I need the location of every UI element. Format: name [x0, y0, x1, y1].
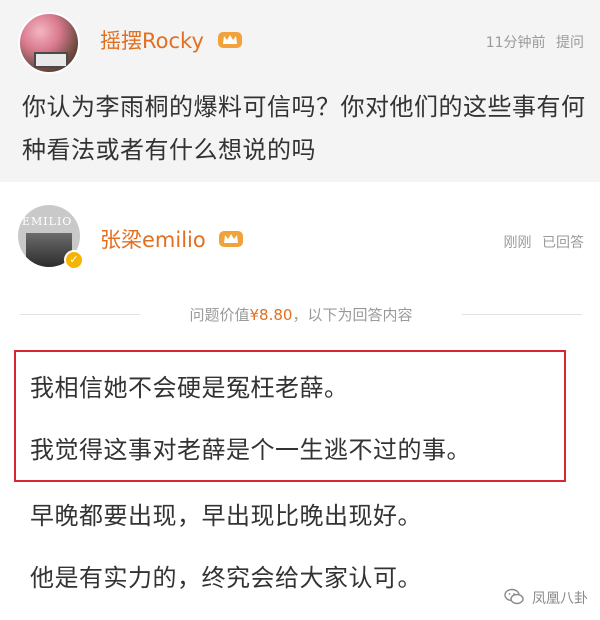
asker-avatar[interactable] [18, 12, 80, 74]
answerer-name[interactable]: 张梁emilio [100, 224, 244, 254]
value-prefix: 问题价值 [189, 306, 250, 324]
value-suffix: ，以下为回答内容 [292, 306, 413, 324]
question-value-text: 问题价值¥8.80，以下为回答内容 [20, 304, 582, 325]
asker-name[interactable]: 摇摆Rocky [100, 25, 243, 55]
answer-time: 刚刚 [503, 235, 532, 251]
question-text: 你认为李雨桐的爆料可信吗？你对他们的这些事有何种看法或者有什么想说的吗 [22, 93, 586, 164]
question-value-divider: 问题价值¥8.80，以下为回答内容 [20, 304, 582, 324]
question-action: 提问 [556, 35, 584, 51]
answer-line: 他是有实力的，终究会给大家认可。 [30, 564, 422, 592]
answer-line: 我觉得这事对老薛是个一生逃不过的事。 [30, 436, 471, 464]
answer-meta: 刚刚 已回答 [498, 232, 584, 252]
avatar-image-frame [34, 52, 68, 68]
question-meta: 11分钟前 提问 [480, 32, 584, 52]
verified-badge-icon: ✓ [64, 250, 84, 270]
wechat-icon [503, 588, 524, 605]
avatar-text: EMILIO [22, 215, 73, 228]
question-card: 摇摆Rocky 11分钟前 提问 你认为李雨桐的爆料可信吗？你对他们的这些事有何… [0, 0, 600, 182]
watermark: 凤凰八卦 [503, 588, 588, 608]
answerer-name-label: 张梁emilio [100, 228, 206, 252]
answer-status: 已回答 [542, 235, 584, 251]
watermark-label: 凤凰八卦 [532, 591, 588, 607]
question-time: 11分钟前 [485, 35, 546, 51]
answer-line: 我相信她不会硬是冤枉老薛。 [30, 374, 349, 402]
crown-badge-icon [217, 32, 242, 48]
asker-name-label: 摇摆Rocky [100, 29, 204, 53]
value-price: ¥8.80 [249, 306, 293, 324]
crown-badge-icon [219, 231, 244, 247]
answer-line: 早晚都要出现，早出现比晚出现好。 [30, 502, 422, 530]
